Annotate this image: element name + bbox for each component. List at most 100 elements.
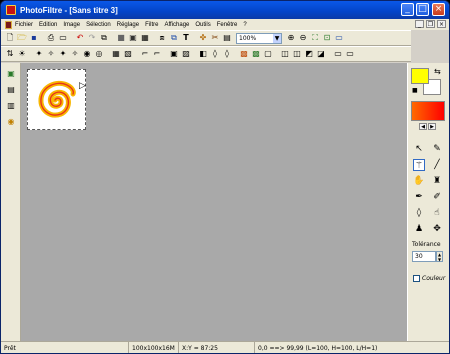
swap-colors-icon[interactable]: ⇆ (434, 67, 441, 76)
menu-selection[interactable]: Sélection (86, 22, 111, 28)
actual-size-icon[interactable]: ⊡ (322, 33, 332, 43)
document-canvas[interactable] (27, 69, 86, 130)
flip-horizontal-icon[interactable]: ◫ (280, 49, 290, 59)
line-icon[interactable]: ╱ (431, 159, 443, 171)
gradient-next-button[interactable]: ▶ (428, 123, 436, 130)
auto-level-icon[interactable]: ⌐ (140, 49, 150, 59)
reset-colors-icon[interactable]: ■ (412, 87, 418, 94)
open-folder-icon[interactable]: 🗁 (17, 33, 27, 43)
menu-reglage[interactable]: Réglage (117, 22, 139, 28)
tool-palette: ⇆ ■ ◀ ▶ ↖ ✎ ⚚ ╱ ✋ ♜ ✒ ✐ ◊ ☝ ♟ ✥ Toléranc… (407, 63, 449, 341)
zoom-out-icon[interactable]: ⊖ (298, 33, 308, 43)
gamma-minus-icon[interactable]: ◎ (94, 49, 104, 59)
fill-gray-icon[interactable]: ■ (116, 33, 126, 43)
frame-icon[interactable]: ▭ (345, 49, 355, 59)
menu-help[interactable]: ? (243, 22, 246, 28)
window-icon[interactable]: ▤ (222, 33, 232, 43)
magic-wand-icon[interactable]: ⚚ (413, 159, 425, 171)
fullscreen-icon[interactable]: ▭ (334, 33, 344, 43)
auto-contrast-icon[interactable]: ⌐ (152, 49, 162, 59)
outline-icon[interactable]: ▢ (263, 49, 273, 59)
gradient-preview[interactable] (411, 101, 445, 121)
flip-vertical-icon[interactable]: ◫ (292, 49, 302, 59)
menu-edition[interactable]: Edition (39, 22, 57, 28)
zoom-select[interactable]: 100% ▼ (236, 32, 282, 44)
rotate-icon[interactable]: ◩ (304, 49, 314, 59)
copy-icon[interactable]: ⧈ (157, 33, 167, 43)
airbrush-icon[interactable]: ✒ (413, 191, 425, 203)
zoom-in-icon[interactable]: ⊕ (286, 33, 296, 43)
sharpen-icon[interactable]: ▣ (169, 49, 179, 59)
clone-icon[interactable]: ⧉ (99, 33, 109, 43)
workspace-area[interactable]: ▷ (21, 63, 407, 341)
title-bar[interactable]: PhotoFiltre - [Sans titre 3] _ □ × (1, 1, 449, 19)
fill-bucket-icon[interactable]: ♜ (431, 175, 443, 187)
color-balance-icon[interactable]: ▦ (111, 49, 121, 59)
contrast-minus-icon[interactable]: ✧ (46, 49, 56, 59)
tolerance-input[interactable]: 30 (412, 251, 436, 262)
saturation-plus-icon[interactable]: ✦ (58, 49, 68, 59)
clone-stamp-icon[interactable]: ✥ (431, 223, 443, 235)
brightness-icon[interactable]: ☀ (17, 49, 27, 59)
drop-icon[interactable]: ◊ (210, 49, 220, 59)
doc-restore-button[interactable]: ❐ (426, 20, 435, 28)
canvas-size-icon[interactable]: ▦ (140, 33, 150, 43)
contrast-plus-icon[interactable]: ✦ (34, 49, 44, 59)
hand-icon[interactable]: ✋ (413, 175, 425, 187)
screen-capture-icon[interactable]: ▣ (5, 69, 17, 79)
image-explorer-icon[interactable]: ▤ (5, 85, 17, 95)
doc-minimize-button[interactable]: _ (415, 20, 424, 28)
manager-icon[interactable]: ▥ (5, 101, 17, 111)
stamp-icon[interactable]: ♟ (413, 223, 425, 235)
maximize-button[interactable]: □ (416, 3, 429, 16)
saturation-minus-icon[interactable]: ✧ (70, 49, 80, 59)
tolerance-spinner[interactable]: ▲ ▼ (436, 251, 443, 262)
plugin-manager-icon[interactable]: ◉ (5, 117, 17, 127)
selection-arrow-icon[interactable]: ↖ (413, 143, 425, 155)
photofiltre-app-icon[interactable] (6, 5, 16, 15)
menu-affichage[interactable]: Affichage (164, 22, 189, 28)
doc-close-button[interactable]: × (437, 20, 446, 28)
status-selection-info: 0,0 ==> 99,99 (L=100, H=100, L/H=1) (258, 345, 378, 352)
menu-fenetre[interactable]: Fenêtre (217, 22, 238, 28)
paste-icon[interactable]: ⧉ (169, 33, 179, 43)
smudge-icon[interactable]: ☝ (431, 207, 443, 219)
couleur-checkbox[interactable] (413, 275, 420, 282)
plugin-icon[interactable]: ✤ (198, 33, 208, 43)
gradient-prev-button[interactable]: ◀ (419, 123, 427, 130)
left-toolbar: ▣ ▤ ▥ ◉ (1, 63, 21, 341)
chevron-down-icon[interactable]: ▼ (273, 33, 281, 43)
image-size-icon[interactable]: ▣ (128, 33, 138, 43)
rotate-right-icon[interactable]: ◪ (316, 49, 326, 59)
grayscale-icon[interactable]: ▧ (123, 49, 133, 59)
brush-icon[interactable]: ✐ (431, 191, 443, 203)
redo-icon[interactable]: ↷ (87, 33, 97, 43)
foreground-color-swatch[interactable] (411, 68, 429, 84)
document-menu-icon[interactable] (5, 20, 12, 29)
minimize-button[interactable]: _ (401, 3, 414, 16)
drop-small-icon[interactable]: ◊ (222, 49, 232, 59)
crop-icon[interactable]: ▭ (333, 49, 343, 59)
undo-icon[interactable]: ↶ (75, 33, 85, 43)
new-file-icon[interactable]: 🗋 (5, 33, 15, 43)
eyedropper-icon[interactable]: ✎ (431, 143, 443, 155)
blur-drop-icon[interactable]: ◊ (413, 207, 425, 219)
menu-fichier[interactable]: Fichier (15, 22, 33, 28)
scissors-icon[interactable]: ✂ (210, 33, 220, 43)
close-button[interactable]: × (432, 3, 445, 16)
print-icon[interactable]: ⎙ (46, 33, 56, 43)
fit-window-icon[interactable]: ⛶ (310, 33, 320, 43)
scanner-icon[interactable]: ▭ (58, 33, 68, 43)
menu-outils[interactable]: Outils (195, 22, 210, 28)
sepia-icon[interactable]: ▩ (251, 49, 261, 59)
menu-image[interactable]: Image (63, 22, 80, 28)
blur-icon[interactable]: ▨ (181, 49, 191, 59)
texture-icon[interactable]: ▩ (239, 49, 249, 59)
text-icon[interactable]: T (181, 33, 191, 43)
tolerance-label: Tolérance (412, 241, 441, 248)
save-icon[interactable]: ▪ (29, 33, 39, 43)
gamma-plus-icon[interactable]: ◉ (82, 49, 92, 59)
soften-icon[interactable]: ◧ (198, 49, 208, 59)
rgb-channels-icon[interactable]: ⇅ (5, 49, 15, 59)
menu-filtre[interactable]: Filtre (145, 22, 158, 28)
